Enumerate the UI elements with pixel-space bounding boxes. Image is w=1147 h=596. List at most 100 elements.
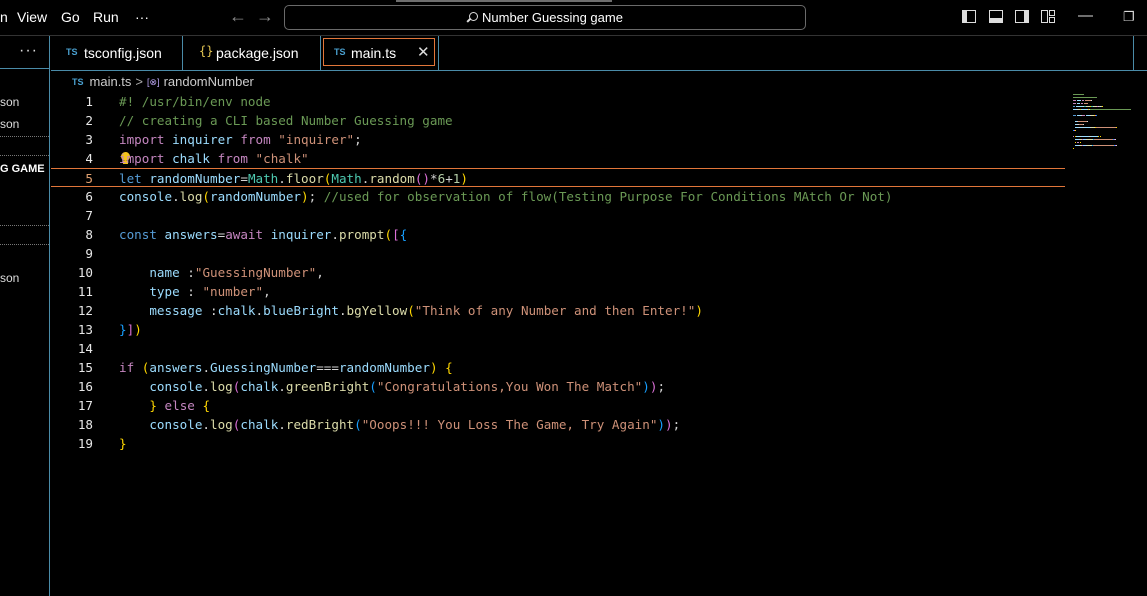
- code-token: chalk: [217, 303, 256, 318]
- ts-file-icon: TS: [334, 47, 346, 57]
- menu-more-icon[interactable]: ···: [135, 9, 149, 25]
- code-line[interactable]: 14: [51, 339, 1065, 358]
- code-token: "number": [202, 284, 264, 299]
- menu-partial-item[interactable]: n: [0, 9, 8, 25]
- code-token: ): [134, 322, 142, 337]
- minimap-line: [1073, 124, 1133, 126]
- explorer-item-2[interactable]: son: [0, 117, 19, 131]
- code-line[interactable]: 7: [51, 206, 1065, 225]
- code-token: .: [202, 360, 211, 375]
- code-token: ;: [308, 189, 324, 204]
- code-token: "inquirer": [278, 132, 355, 147]
- customize-layout-icon[interactable]: [1041, 10, 1048, 23]
- line-number: 16: [77, 379, 93, 394]
- code-token: "Think of any Number and then Enter!": [414, 303, 696, 318]
- explorer-item-1[interactable]: son: [0, 95, 19, 109]
- menu-go[interactable]: Go: [61, 9, 80, 25]
- code-token: inquirer: [172, 132, 233, 147]
- code-line[interactable]: 19}: [51, 434, 1065, 453]
- menu-view[interactable]: View: [17, 9, 47, 25]
- minimap-segment: [1094, 139, 1113, 140]
- customize-layout-icon-part: [1049, 17, 1055, 23]
- minimap-segment: [1096, 115, 1097, 116]
- line-text: import inquirer from "inquirer";: [119, 130, 362, 149]
- line-text: console.log(randomNumber); //used for ob…: [119, 187, 892, 206]
- code-line[interactable]: 4 import chalk from "chalk": [51, 149, 1065, 168]
- close-tab-icon[interactable]: ✕: [417, 43, 430, 61]
- code-token: from: [240, 132, 271, 147]
- code-token: bgYellow: [346, 303, 408, 318]
- code-line[interactable]: 9: [51, 244, 1065, 263]
- minimap[interactable]: [1073, 94, 1133, 151]
- breadcrumb-symbol[interactable]: randomNumber: [164, 74, 254, 89]
- code-token: "Congratulations,You Won The Match": [376, 379, 643, 394]
- code-token: +: [445, 171, 453, 186]
- minimize-icon[interactable]: —: [1078, 7, 1093, 24]
- code-token: message: [149, 303, 203, 318]
- minimap-line: [1073, 121, 1133, 123]
- line-text: if (answers.GuessingNumber===randomNumbe…: [119, 358, 453, 377]
- code-token: =: [240, 171, 248, 186]
- code-line[interactable]: 2 // creating a CLI based Number Guessing…: [51, 111, 1065, 130]
- code-token: .: [202, 379, 211, 394]
- line-text: type : "number",: [119, 282, 270, 301]
- code-token: blueBright: [263, 303, 339, 318]
- minimap-line: [1073, 100, 1133, 102]
- toggle-panel-icon[interactable]: [989, 10, 1003, 23]
- minimap-segment: [1081, 136, 1089, 137]
- tab-main-ts[interactable]: TS main.ts ✕: [321, 36, 439, 70]
- code-token: Math: [331, 171, 362, 186]
- minimap-segment: [1073, 97, 1097, 98]
- back-arrow-icon[interactable]: ←: [229, 6, 247, 27]
- code-token: ===: [316, 360, 339, 375]
- code-line[interactable]: 11 type : "number",: [51, 282, 1065, 301]
- code-line[interactable]: 16 console.log(chalk.greenBright("Congra…: [51, 377, 1065, 396]
- code-line[interactable]: 6 console.log(randomNumber); //used for o…: [51, 187, 1065, 206]
- command-center-search[interactable]: Number Guessing game: [284, 5, 806, 30]
- forward-arrow-icon[interactable]: →: [256, 6, 274, 27]
- code-token: [: [392, 227, 400, 242]
- code-token: randomNumber: [210, 189, 302, 204]
- code-token: greenBright: [285, 379, 370, 394]
- code-line[interactable]: 17 } else {: [51, 396, 1065, 415]
- code-token: type: [149, 284, 180, 299]
- code-token: inquirer: [270, 227, 332, 242]
- tab-bar-actions[interactable]: [1133, 36, 1147, 70]
- code-token: ): [301, 189, 309, 204]
- code-line[interactable]: 10 name :"GuessingNumber",: [51, 263, 1065, 282]
- toggle-secondary-sidebar-icon[interactable]: [1015, 10, 1029, 23]
- line-number: 7: [85, 208, 93, 223]
- code-token: .: [172, 189, 180, 204]
- code-line[interactable]: 8 const answers=await inquirer.prompt([{: [51, 225, 1065, 244]
- tab-package-json[interactable]: {} package.json: [183, 36, 321, 70]
- code-token: chalk: [240, 417, 279, 432]
- minimap-line: [1073, 130, 1133, 132]
- line-text: // creating a CLI based Number Guessing …: [119, 111, 453, 130]
- code-token: console: [149, 379, 203, 394]
- code-token: ): [460, 171, 468, 186]
- menu-run[interactable]: Run: [93, 9, 119, 25]
- code-line[interactable]: 12 message :chalk.blueBright.bgYellow("T…: [51, 301, 1065, 320]
- toggle-primary-sidebar-icon[interactable]: [962, 10, 976, 23]
- code-line[interactable]: 3 import inquirer from "inquirer";: [51, 130, 1065, 149]
- code-line[interactable]: 15 if (answers.GuessingNumber===randomNum…: [51, 358, 1065, 377]
- code-line[interactable]: 18 console.log(chalk.redBright("Ooops!!!…: [51, 415, 1065, 434]
- code-line[interactable]: 13}]): [51, 320, 1065, 339]
- minimap-line: [1073, 145, 1133, 147]
- line-number: 3: [85, 132, 93, 147]
- code-token: {: [202, 398, 211, 413]
- restore-icon[interactable]: ❐: [1123, 9, 1135, 25]
- code-line[interactable]: 5 let randomNumber=Math.floor(Math.random…: [51, 168, 1065, 187]
- minimap-segment: [1096, 127, 1116, 128]
- code-line[interactable]: 1 #! /usr/bin/env node: [51, 92, 1065, 111]
- tab-tsconfig-json[interactable]: TS tsconfig.json: [51, 36, 183, 70]
- explorer-section-header[interactable]: G GAME: [0, 163, 45, 175]
- explorer-item-3[interactable]: son: [0, 271, 19, 285]
- explorer-more-icon[interactable]: ···: [19, 42, 38, 60]
- code-editor[interactable]: 1 #! /usr/bin/env node 2 // creating a CLI …: [51, 92, 1147, 596]
- code-token: answers: [149, 360, 203, 375]
- line-number: 1: [85, 94, 93, 109]
- breadcrumb-file[interactable]: main.ts: [90, 74, 132, 89]
